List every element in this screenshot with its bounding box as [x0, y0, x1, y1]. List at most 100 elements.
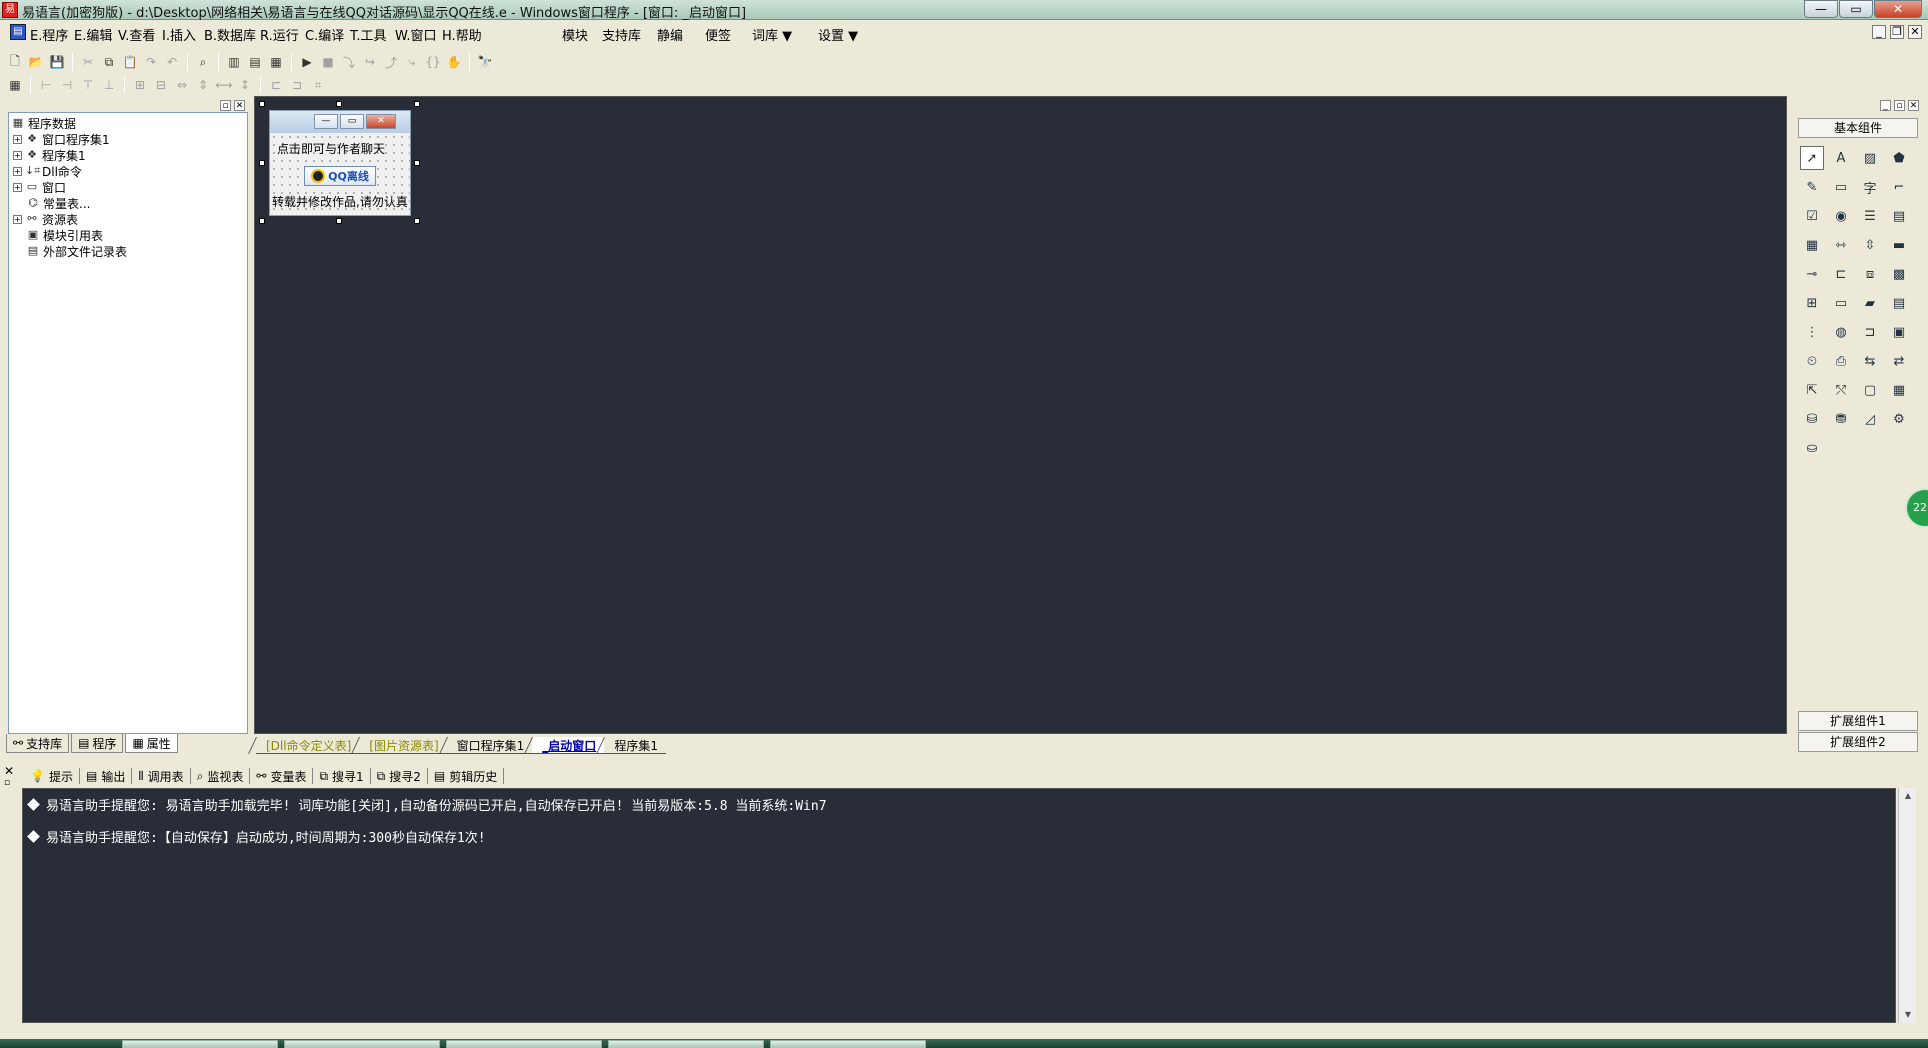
expand-icon[interactable]: + [13, 214, 22, 224]
step-into-icon[interactable]: ⤵ [340, 53, 358, 71]
scroll-v-icon[interactable]: ⇳ [1858, 233, 1882, 257]
slider-icon[interactable]: ⊸ [1800, 262, 1824, 286]
radio-icon[interactable]: ◉ [1829, 204, 1853, 228]
resize-handle[interactable] [259, 218, 265, 224]
menu-notes[interactable]: 便签 [705, 25, 731, 44]
client-icon[interactable]: ⇱ [1800, 378, 1824, 402]
align-left-icon[interactable]: ⊢ [37, 76, 55, 94]
frame-icon[interactable]: ▢ [1858, 378, 1882, 402]
extended-components-2[interactable]: 扩展组件2 [1798, 732, 1918, 752]
taskbar-item[interactable] [284, 1040, 440, 1048]
resize-handle[interactable] [414, 160, 420, 166]
menu-help[interactable]: H.帮助 [442, 25, 482, 44]
panel-icon[interactable]: ▦ [1887, 378, 1911, 402]
mdi-minimize-button[interactable]: _ [1872, 25, 1886, 39]
database-link-icon[interactable]: ⛃ [1829, 407, 1853, 431]
menu-edit[interactable]: E.编辑 [74, 25, 112, 44]
tab-properties[interactable]: ▦ 属性 [125, 734, 178, 753]
panel-close-icon[interactable]: ✕ [4, 764, 14, 778]
odbc-db-icon[interactable]: ⛀ [1800, 436, 1824, 460]
printer-icon[interactable]: ⎙ [1829, 349, 1853, 373]
tab-startup-window[interactable]: _启动窗口 [532, 737, 605, 754]
draw-board-icon[interactable]: ✎ [1800, 175, 1824, 199]
server-icon[interactable]: ⇄ [1887, 349, 1911, 373]
step-icon[interactable]: ⤷ [403, 53, 421, 71]
input-icon[interactable]: ▭ [1829, 291, 1853, 315]
stop-icon[interactable]: ■ [319, 53, 337, 71]
menu-settings[interactable]: 设置 ▼ [818, 25, 858, 44]
undo-icon[interactable]: ↶ [163, 53, 181, 71]
menu-insert[interactable]: I.插入 [162, 25, 196, 44]
tab-support-lib[interactable]: ⚯ 支持库 [6, 734, 70, 753]
document-icon[interactable]: ▤ [1887, 291, 1911, 315]
new-file-icon[interactable]: 🗋 [6, 53, 24, 71]
grid-list-icon[interactable]: ▦ [1800, 233, 1824, 257]
output-scrollbar[interactable]: ▲ ▼ [1898, 788, 1916, 1023]
tab-tips[interactable]: 💡 提示 [24, 768, 80, 784]
tree-item-window-assembly[interactable]: + ❖ 窗口程序集1 [13, 131, 110, 147]
qq-status-button[interactable]: QQ离线 [304, 166, 376, 186]
menu-window[interactable]: W.窗口 [395, 25, 437, 44]
scroll-up-icon[interactable]: ▲ [1899, 788, 1917, 804]
scroll-down-icon[interactable]: ▼ [1899, 1007, 1917, 1023]
mdi-close-button[interactable]: ✕ [1908, 25, 1922, 39]
resize-handle[interactable] [336, 101, 342, 107]
animation-icon[interactable]: ⧈ [1858, 262, 1882, 286]
menu-support-lib[interactable]: 支持库 [602, 25, 641, 44]
tab-clipboard-history[interactable]: ▤ 剪辑历史 [428, 768, 505, 784]
center-vertical-icon[interactable]: ⊟ [152, 76, 170, 94]
resize-handle[interactable] [336, 218, 342, 224]
window-icon[interactable]: ▣ [1887, 320, 1911, 344]
chat-label[interactable]: 点击即可与作者聊天 [277, 140, 385, 157]
resize-handle[interactable] [259, 160, 265, 166]
layout-split-icon[interactable]: ▦ [267, 53, 285, 71]
align-bottom-icon[interactable]: ⊥ [100, 76, 118, 94]
menu-database[interactable]: B.数据库 [204, 25, 256, 44]
close-button[interactable]: ✕ [1874, 0, 1922, 18]
tab-variables[interactable]: ⚯ 变量表 [250, 768, 314, 784]
find-icon[interactable]: ⌕ [194, 53, 212, 71]
picture-box-icon[interactable]: ▨ [1858, 146, 1882, 170]
menu-lexicon[interactable]: 词库 ▼ [752, 25, 792, 44]
open-file-icon[interactable]: 📂 [27, 53, 45, 71]
align-right-icon[interactable]: ⊣ [58, 76, 76, 94]
list-box-icon[interactable]: ☰ [1858, 204, 1882, 228]
tree-item-module-refs[interactable]: ▣ 模块引用表 [26, 227, 103, 243]
line-icon[interactable]: ⌐ [1887, 175, 1911, 199]
same-width-icon[interactable]: ⇔ [173, 76, 191, 94]
label-icon[interactable]: A [1829, 146, 1853, 170]
tree-root[interactable]: ▦ 程序数据 [11, 115, 76, 131]
expand-icon[interactable]: + [13, 150, 22, 160]
calendar-icon[interactable]: ▩ [1887, 262, 1911, 286]
tab-search2[interactable]: ⧉ 搜寻2 [371, 768, 428, 784]
resize-handle[interactable] [414, 101, 420, 107]
panel-pin-icon[interactable]: ▫ [4, 778, 10, 788]
layout-bottom-icon[interactable]: ▤ [246, 53, 264, 71]
port-icon[interactable]: ⤲ [1829, 378, 1853, 402]
hand-icon[interactable]: ✋ [445, 53, 463, 71]
tab-control-icon[interactable]: ⊏ [1829, 262, 1853, 286]
taskbar-item[interactable] [608, 1040, 764, 1048]
layout-left-icon[interactable]: ▥ [225, 53, 243, 71]
tab-call-stack[interactable]: ⦀ 调用表 [132, 768, 191, 784]
form-canvas[interactable]: 点击即可与作者聊天 QQ离线 转载并修改作品,请勿认真 [270, 133, 410, 215]
tab-image-resources[interactable]: [图片资源表] [359, 737, 447, 754]
step-over-icon[interactable]: ↪ [361, 53, 379, 71]
panel-close-button[interactable]: ✕ [1908, 100, 1919, 111]
timer-icon[interactable]: ⏲ [1800, 349, 1824, 373]
panel-float-button[interactable]: ▫ [220, 100, 231, 111]
odbc-icon[interactable]: ⚙ [1887, 407, 1911, 431]
tab-assembly[interactable]: 程序集1 [604, 737, 666, 754]
expand-icon[interactable]: + [13, 166, 22, 176]
form-designer[interactable]: — ▭ ✕ 点击即可与作者聊天 QQ离线 转载并修改作品,请勿认真 [254, 96, 1787, 734]
text-icon[interactable]: 字 [1858, 175, 1882, 199]
paste-icon[interactable]: 📋 [121, 53, 139, 71]
notice-label[interactable]: 转载并修改作品,请勿认真 [272, 193, 408, 210]
tab-order-icon[interactable]: ⌗ [309, 76, 327, 94]
center-in-window-v-icon[interactable]: ⊐ [288, 76, 306, 94]
mdi-restore-button[interactable]: ❐ [1890, 25, 1904, 39]
document-icon[interactable]: ▤ [10, 24, 26, 40]
panel-close-button[interactable]: ✕ [234, 100, 245, 111]
tree-item-resources[interactable]: + ⚯ 资源表 [13, 211, 78, 227]
tree-view-icon[interactable]: ⋮ [1800, 320, 1824, 344]
